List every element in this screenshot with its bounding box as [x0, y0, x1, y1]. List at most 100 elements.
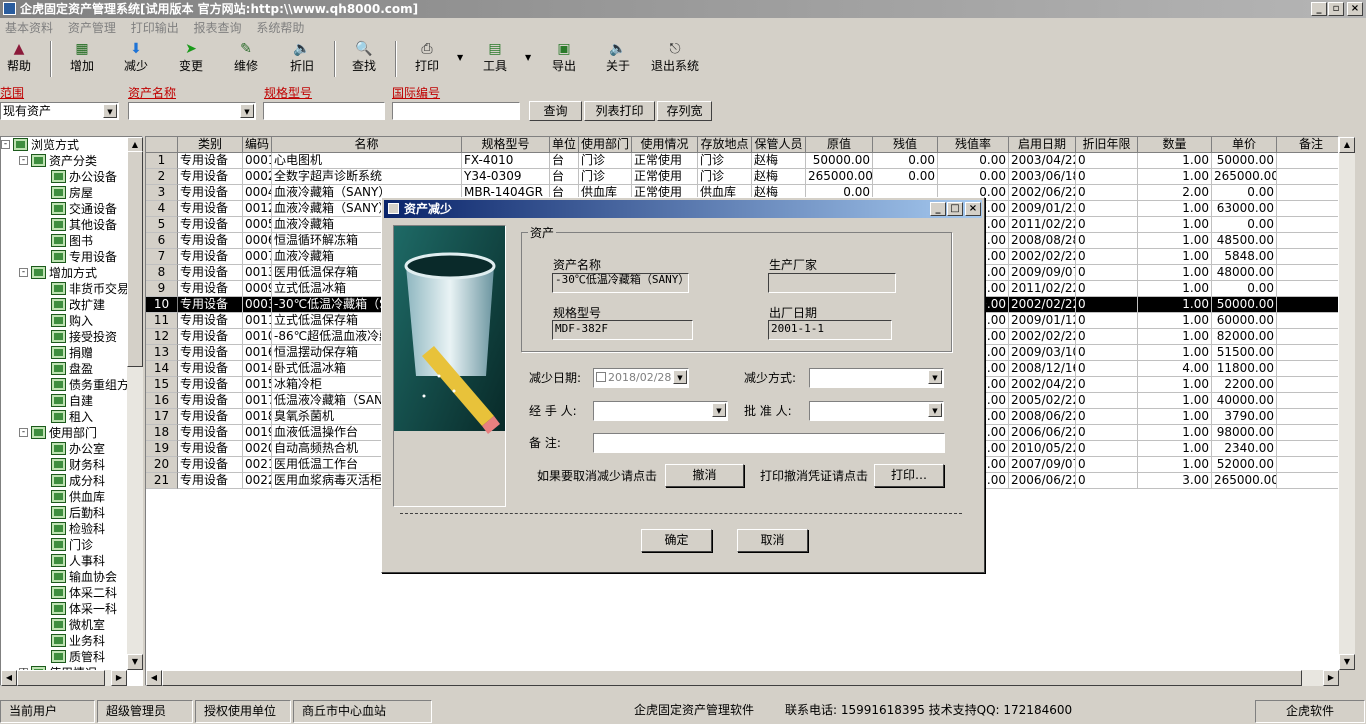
tree-node[interactable]: 债务重组方 — [51, 377, 129, 393]
scroll-up-icon[interactable]: ▲ — [1339, 137, 1355, 153]
save-column-width-button[interactable]: 存列宽 — [657, 101, 712, 121]
tree-node[interactable]: 购入 — [51, 313, 93, 329]
header-usage[interactable]: 使用情况 — [632, 137, 698, 153]
dialog-minimize-button[interactable]: _ — [930, 202, 946, 216]
tree-node[interactable]: 专用设备 — [51, 249, 117, 265]
tree-node[interactable]: 捐赠 — [51, 345, 93, 361]
header-location[interactable]: 存放地点 — [698, 137, 752, 153]
header-start-date[interactable]: 启用日期 — [1009, 137, 1076, 153]
header-unit-price[interactable]: 单价 — [1212, 137, 1277, 153]
query-button[interactable]: 查询 — [529, 101, 582, 121]
change-button[interactable]: ➤ 变更 — [169, 38, 213, 82]
tree-node[interactable]: 接受投资 — [51, 329, 117, 345]
add-button[interactable]: ▦ 增加 — [60, 38, 104, 82]
header-department[interactable]: 使用部门 — [579, 137, 632, 153]
menu-report-query[interactable]: 报表查询 — [194, 21, 242, 35]
tree-node[interactable]: 人事科 — [51, 553, 105, 569]
header-row-number[interactable] — [146, 137, 178, 153]
list-print-button[interactable]: 列表打印 — [584, 101, 655, 121]
tree-node[interactable]: 租入 — [51, 409, 93, 425]
chevron-down-icon[interactable]: ▼ — [103, 104, 117, 118]
print-voucher-button[interactable]: 打印… — [874, 464, 944, 487]
tree-node[interactable]: 办公设备 — [51, 169, 117, 185]
tree-node[interactable]: 盘盈 — [51, 361, 93, 377]
tree-node[interactable]: 门诊 — [51, 537, 93, 553]
collapse-icon[interactable]: - — [19, 428, 28, 437]
tree-node[interactable]: - 资产分类 — [19, 153, 97, 169]
depreciation-button[interactable]: 🔈 折旧 — [280, 38, 324, 82]
grid-vertical-scrollbar[interactable]: ▲ ▼ — [1339, 137, 1355, 670]
intl-code-input[interactable] — [392, 102, 520, 120]
menu-asset-mgmt[interactable]: 资产管理 — [68, 21, 116, 35]
restore-button[interactable]: ▫ — [1328, 2, 1344, 16]
tree-node[interactable]: 业务科 — [51, 633, 105, 649]
tree-node[interactable]: 图书 — [51, 233, 93, 249]
header-code[interactable]: 编码 — [243, 137, 272, 153]
header-residual-rate[interactable]: 残值率 — [938, 137, 1009, 153]
find-button[interactable]: 🔍 查找 — [342, 38, 386, 82]
tree-node[interactable]: 非货币交易 — [51, 281, 129, 297]
tree-node[interactable]: - 增加方式 — [19, 265, 97, 281]
header-unit[interactable]: 单位 — [550, 137, 579, 153]
scroll-down-icon[interactable]: ▼ — [127, 654, 143, 670]
tree-node[interactable]: 其他设备 — [51, 217, 117, 233]
chevron-down-icon[interactable]: ▼ — [928, 403, 942, 417]
scroll-thumb[interactable] — [162, 670, 1302, 686]
dialog-close-button[interactable]: × — [965, 202, 981, 216]
tree-node[interactable]: 检验科 — [51, 521, 105, 537]
tree-horizontal-scrollbar[interactable]: ◀ ▶ — [1, 670, 127, 686]
model-input[interactable] — [263, 102, 385, 120]
header-name[interactable]: 名称 — [272, 137, 462, 153]
scroll-right-icon[interactable]: ▶ — [111, 670, 127, 686]
exit-button[interactable]: ⎋ 退出系统 — [650, 38, 700, 82]
tree-node[interactable]: 财务科 — [51, 457, 105, 473]
tree-node[interactable]: 自建 — [51, 393, 93, 409]
menu-system-help[interactable]: 系统帮助 — [256, 21, 304, 35]
print-button[interactable]: ⎙ 打印 — [405, 38, 449, 82]
collapse-icon[interactable]: - — [1, 140, 10, 149]
tree-node[interactable]: - 浏览方式 — [1, 137, 79, 153]
ok-button[interactable]: 确定 — [641, 529, 712, 552]
tree-node[interactable]: 体采二科 — [51, 585, 117, 601]
export-button[interactable]: ▣ 导出 — [542, 38, 586, 82]
scope-select[interactable]: 现有资产 ▼ — [0, 102, 119, 120]
header-depreciation-years[interactable]: 折旧年限 — [1076, 137, 1138, 153]
tree-node[interactable]: 输血协会 — [51, 569, 117, 585]
about-button[interactable]: 🔈 关于 — [596, 38, 640, 82]
asset-name-select[interactable]: ▼ — [128, 102, 256, 120]
tree-node[interactable]: 后勤科 — [51, 505, 105, 521]
reduce-method-select[interactable]: ▼ — [809, 368, 944, 388]
cancel-button[interactable]: 取消 — [737, 529, 808, 552]
header-category[interactable]: 类别 — [178, 137, 243, 153]
tree-node[interactable]: 体采一科 — [51, 601, 117, 617]
tree-node[interactable]: - 使用部门 — [19, 425, 97, 441]
grid-horizontal-scrollbar[interactable]: ◀ ▶ — [146, 670, 1339, 686]
handler-select[interactable]: ▼ — [593, 401, 728, 421]
date-checkbox[interactable] — [596, 372, 606, 382]
tree-node[interactable]: 微机室 — [51, 617, 105, 633]
scroll-down-icon[interactable]: ▼ — [1339, 654, 1355, 670]
scroll-thumb[interactable] — [17, 670, 105, 686]
chevron-down-icon[interactable]: ▼ — [240, 104, 254, 118]
reduce-button[interactable]: ⬇ 减少 — [114, 38, 158, 82]
scroll-left-icon[interactable]: ◀ — [146, 670, 162, 686]
scroll-left-icon[interactable]: ◀ — [1, 670, 17, 686]
tree-node[interactable]: 成分科 — [51, 473, 105, 489]
header-original-value[interactable]: 原值 — [806, 137, 873, 153]
tree-node[interactable]: 交通设备 — [51, 201, 117, 217]
collapse-icon[interactable]: - — [19, 268, 28, 277]
header-remark[interactable]: 备注 — [1277, 137, 1338, 153]
dialog-maximize-button[interactable]: □ — [947, 202, 963, 216]
remark-input[interactable] — [593, 433, 945, 453]
collapse-icon[interactable]: - — [19, 156, 28, 165]
chevron-down-icon[interactable]: ▼ — [928, 370, 942, 384]
tree-node[interactable]: 质管科 — [51, 649, 105, 665]
tree-vertical-scrollbar[interactable]: ▲ ▼ — [127, 137, 143, 670]
help-button[interactable]: ▲ 帮助 — [0, 38, 41, 82]
menu-basic-data[interactable]: 基本资料 — [5, 21, 53, 35]
print-dropdown-arrow[interactable]: ▼ — [457, 53, 463, 62]
undo-button[interactable]: 撤消 — [665, 464, 744, 487]
menu-print-output[interactable]: 打印输出 — [131, 21, 179, 35]
header-quantity[interactable]: 数量 — [1138, 137, 1212, 153]
tools-dropdown-arrow[interactable]: ▼ — [525, 53, 531, 62]
